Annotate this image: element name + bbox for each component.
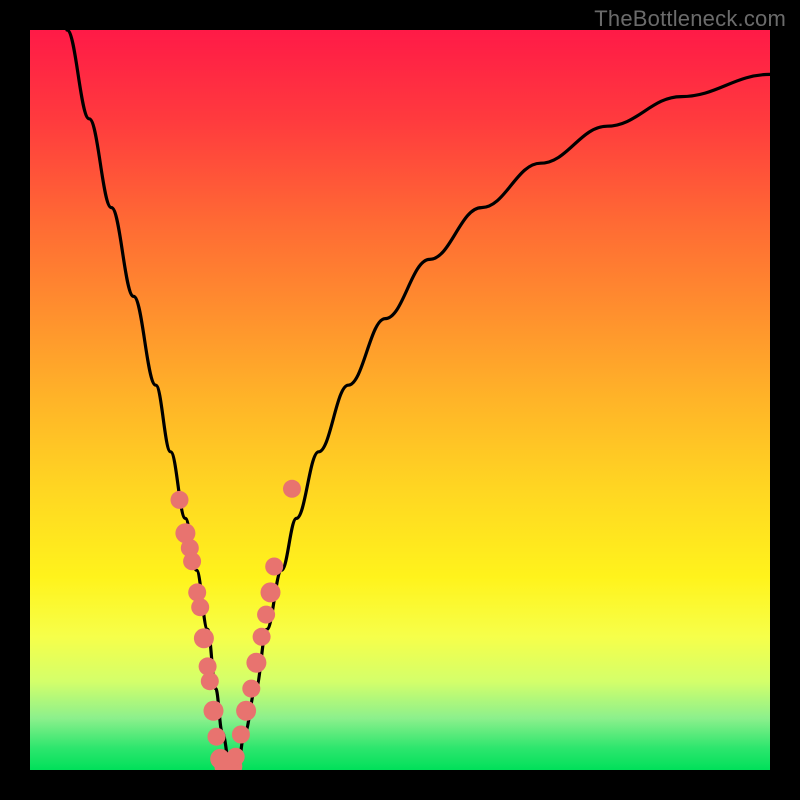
- sample-marker: [188, 583, 206, 601]
- sample-marker: [204, 701, 224, 721]
- sample-marker: [183, 552, 201, 570]
- sample-marker: [208, 728, 226, 746]
- sample-marker: [232, 726, 250, 744]
- bottleneck-curve: [67, 30, 770, 770]
- sample-marker: [265, 558, 283, 576]
- sample-marker: [194, 628, 214, 648]
- chart-svg: [30, 30, 770, 770]
- sample-marker: [261, 582, 281, 602]
- watermark-text: TheBottleneck.com: [594, 6, 786, 32]
- chart-plot-area: [30, 30, 770, 770]
- sample-marker: [242, 680, 260, 698]
- sample-marker: [227, 748, 245, 766]
- sample-marker: [257, 606, 275, 624]
- sample-marker: [236, 701, 256, 721]
- sample-marker: [201, 672, 219, 690]
- sample-marker: [246, 653, 266, 673]
- sample-marker: [283, 480, 301, 498]
- sample-marker: [191, 598, 209, 616]
- sample-marker: [171, 491, 189, 509]
- sample-marker: [253, 628, 271, 646]
- sample-markers-group: [171, 480, 302, 770]
